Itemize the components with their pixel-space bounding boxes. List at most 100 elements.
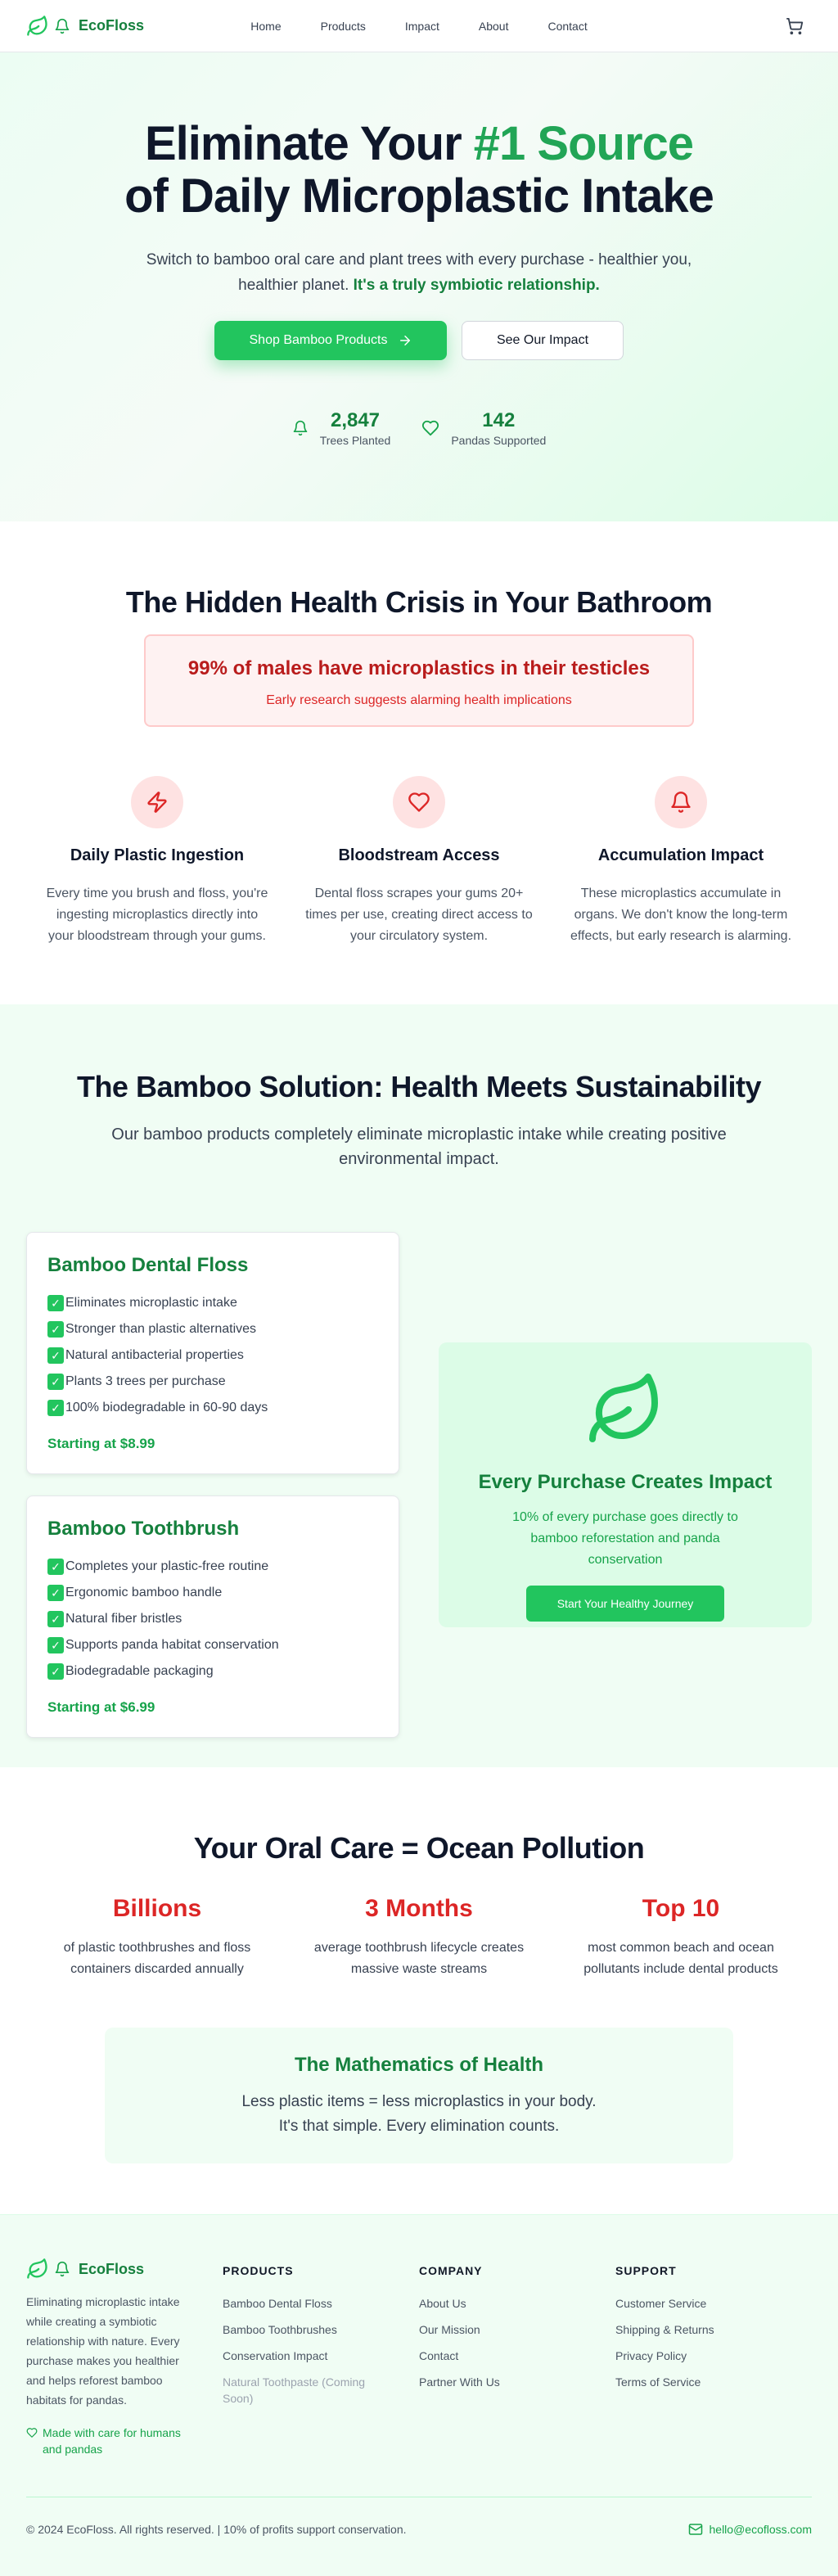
footer-link[interactable]: Bamboo Toothbrushes — [223, 2321, 419, 2338]
nav-link-home[interactable]: Home — [231, 20, 300, 33]
product-cards: Bamboo Dental Floss ✓ Eliminates micropla… — [26, 1232, 399, 1738]
hero-subtitle: Switch to bamboo oral care and plant tre… — [124, 247, 714, 298]
check-icon: ✓ — [47, 1374, 64, 1390]
math-line-2: It's that simple. Every elimination coun… — [278, 2118, 560, 2135]
email-text: hello@ecofloss.com — [709, 2523, 813, 2536]
see-impact-button[interactable]: See Our Impact — [462, 321, 624, 360]
solution-section: The Bamboo Solution: Health Meets Sustai… — [0, 1004, 838, 1767]
footer-love: Made with care for humans and pandas — [26, 2425, 198, 2457]
crisis-item-title: Daily Plastic Ingestion — [70, 846, 245, 864]
feature-item: ✓ Ergonomic bamboo handle — [47, 1580, 378, 1606]
heart-icon — [26, 2428, 38, 2438]
heart-icon — [408, 792, 430, 812]
crisis-title: The Hidden Health Crisis in Your Bathroo… — [125, 585, 713, 619]
cart-button[interactable] — [786, 17, 804, 39]
nav-link-products[interactable]: Products — [301, 20, 385, 33]
crisis-icon-circle — [655, 776, 707, 828]
footer-link[interactable]: Our Mission — [419, 2321, 615, 2338]
math-title: The Mathematics of Health — [294, 2054, 544, 2076]
shop-bamboo-button[interactable]: Shop Bamboo Products — [214, 321, 447, 360]
product-price: Starting at $8.99 — [47, 1436, 155, 1451]
hero-subtitle-bold: It's a truly symbiotic relationship. — [353, 277, 600, 294]
stat-pandas-text: 142 Pandas Supported — [451, 409, 546, 447]
footer-link[interactable]: Contact — [419, 2348, 615, 2364]
leaf-icon — [27, 15, 47, 36]
hero-title-part2: of Daily Microplastic Intake — [124, 169, 714, 223]
feature-text: 100% biodegradable in 60-90 days — [65, 1401, 268, 1414]
email-link[interactable]: hello@ecofloss.com — [688, 2522, 813, 2537]
start-journey-button[interactable]: Start Your Healthy Journey — [526, 1586, 724, 1622]
check-icon: ✓ — [47, 1559, 64, 1575]
leaf-icon — [27, 2258, 47, 2279]
crisis-item-text: Every time you brush and floss, you're i… — [46, 886, 268, 943]
footer-brand: EcoFloss Eliminating microplastic intake… — [26, 2258, 223, 2457]
crisis-item-title: Accumulation Impact — [597, 846, 764, 864]
nav-link-contact[interactable]: Contact — [528, 20, 606, 33]
pollution-title: Your Oral Care = Ocean Pollution — [193, 1831, 645, 1865]
feature-item: ✓ 100% biodegradable in 60-90 days — [47, 1395, 378, 1421]
pollution-stat-text: most common beach and ocean pollutants i… — [583, 1941, 778, 1976]
bell-sprout-icon — [55, 18, 70, 34]
footer-link[interactable]: Bamboo Dental Floss — [223, 2295, 419, 2312]
product-card-toothbrush[interactable]: Bamboo Toothbrush ✓ Completes your plasti… — [26, 1496, 399, 1738]
hero-section: Eliminate Your #1 Source of Daily Microp… — [0, 52, 838, 521]
solution-head: The Bamboo Solution: Health Meets Sustai… — [0, 1070, 838, 1171]
footer-links: Bamboo Dental Floss Bamboo Toothbrushes … — [223, 2295, 419, 2407]
feature-item: ✓ Natural fiber bristles — [47, 1606, 378, 1632]
footer-link[interactable]: Privacy Policy — [615, 2348, 812, 2364]
stat-trees-value: 2,847 — [330, 409, 381, 431]
product-price: Starting at $6.99 — [47, 1699, 155, 1715]
product-card-floss[interactable]: Bamboo Dental Floss ✓ Eliminates micropla… — [26, 1232, 399, 1474]
pollution-stat-value: Top 10 — [642, 1895, 720, 1922]
footer-col-support: SUPPORT Customer Service Shipping & Retu… — [615, 2258, 812, 2457]
footer-link[interactable]: About Us — [419, 2295, 615, 2312]
feature-text: Plants 3 trees per purchase — [65, 1374, 226, 1388]
footer-links: Customer Service Shipping & Returns Priv… — [615, 2295, 812, 2390]
footer-heading: PRODUCTS — [223, 2264, 294, 2277]
footer-col-products: PRODUCTS Bamboo Dental Floss Bamboo Toot… — [223, 2258, 419, 2457]
check-icon: ✓ — [47, 1611, 64, 1627]
footer-link[interactable]: Conservation Impact — [223, 2348, 419, 2364]
footer-link[interactable]: Customer Service — [615, 2295, 812, 2312]
solution-title: The Bamboo Solution: Health Meets Sustai… — [76, 1070, 762, 1103]
crisis-item-title: Bloodstream Access — [338, 846, 500, 864]
hero-title-accent: #1 Source — [473, 117, 694, 170]
pollution-section: Your Oral Care = Ocean Pollution Billion… — [0, 1767, 838, 2214]
feature-item: ✓ Supports panda habitat conservation — [47, 1632, 378, 1658]
footer-columns: EcoFloss Eliminating microplastic intake… — [26, 2258, 812, 2457]
zap-icon — [147, 792, 167, 813]
hero-title: Eliminate Your #1 Source of Daily Microp… — [0, 118, 838, 223]
check-icon: ✓ — [47, 1347, 64, 1364]
heart-icon — [422, 420, 439, 436]
impact-wrap: Every Purchase Creates Impact 10% of eve… — [439, 1232, 812, 1738]
nav-link-impact[interactable]: Impact — [385, 20, 459, 33]
footer-description: Eliminating microplastic intake while cr… — [26, 2295, 180, 2407]
product-card-title: Bamboo Dental Floss — [47, 1254, 249, 1276]
impact-panel: Every Purchase Creates Impact 10% of eve… — [439, 1342, 812, 1627]
crisis-alert-title: 99% of males have microplastics in their… — [187, 657, 651, 679]
feature-text: Ergonomic bamboo handle — [65, 1586, 223, 1599]
feature-text: Supports panda habitat conservation — [65, 1638, 279, 1652]
crisis-grid: Daily Plastic Ingestion Every time you b… — [0, 776, 838, 947]
pollution-stat: Billions of plastic toothbrushes and flo… — [26, 1895, 288, 1980]
crisis-icon-circle — [393, 776, 445, 828]
feature-text: Natural antibacterial properties — [65, 1348, 244, 1362]
check-icon: ✓ — [47, 1400, 64, 1416]
crisis-alert-sub: Early research suggests alarming health … — [266, 693, 572, 707]
nav-link-about[interactable]: About — [459, 20, 529, 33]
crisis-item-bloodstream: Bloodstream Access Dental floss scrapes … — [288, 776, 550, 947]
check-icon: ✓ — [47, 1295, 64, 1311]
footer-link-coming-soon: Natural Toothpaste (Coming Soon) — [223, 2375, 366, 2405]
footer-link[interactable]: Partner With Us — [419, 2374, 615, 2390]
footer: EcoFloss Eliminating microplastic intake… — [0, 2214, 838, 2576]
stat-trees-label: Trees Planted — [319, 434, 391, 447]
stat-pandas-label: Pandas Supported — [451, 434, 547, 447]
crisis-item-text: These microplastics accumulate in organs… — [570, 886, 792, 943]
feature-list: ✓ Completes your plastic-free routine ✓ Er… — [47, 1554, 378, 1685]
footer-link[interactable]: Shipping & Returns — [615, 2321, 812, 2338]
footer-logo[interactable]: EcoFloss — [26, 2258, 223, 2281]
brand-logo[interactable]: EcoFloss — [26, 15, 144, 38]
footer-link[interactable]: Terms of Service — [615, 2374, 812, 2390]
pollution-stat-text: of plastic toothbrushes and floss contai… — [63, 1941, 251, 1976]
hero-stats: 2,847 Trees Planted 142 Pandas Supported — [0, 409, 838, 447]
